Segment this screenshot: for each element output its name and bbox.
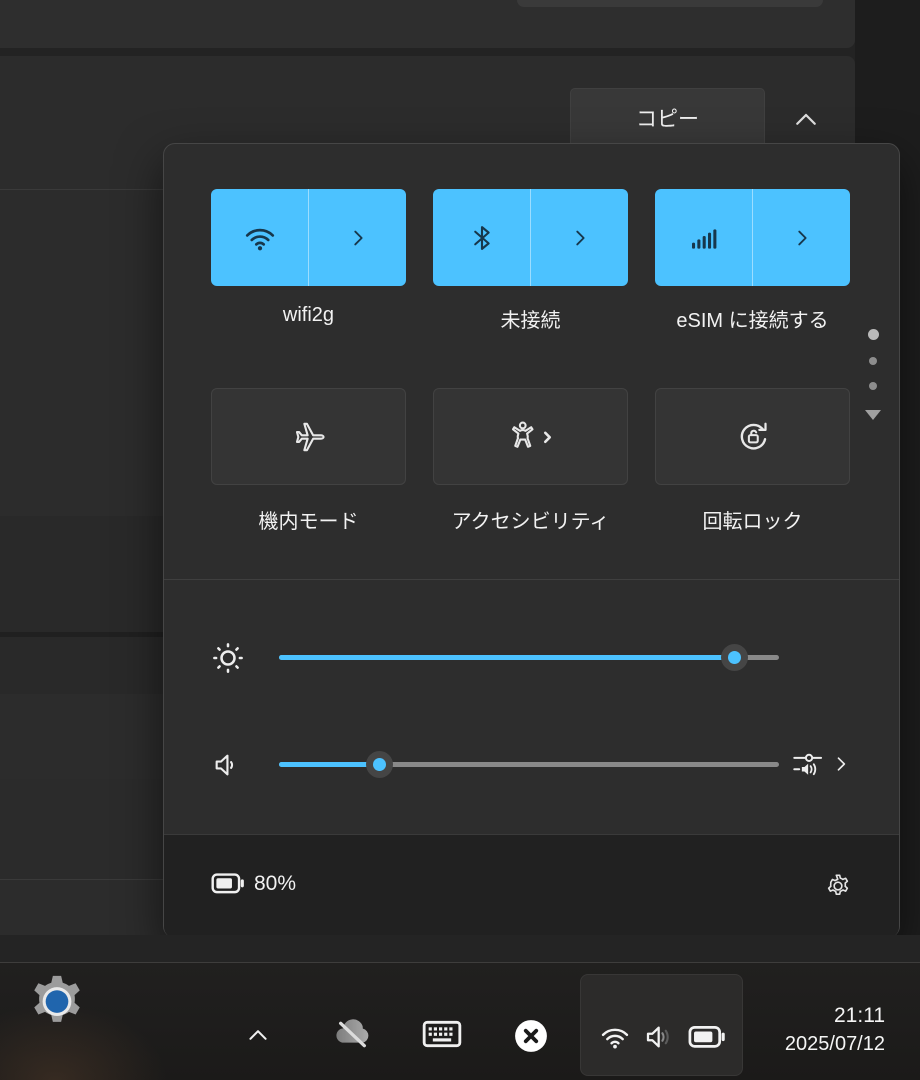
accessibility-label: アクセシビリティ — [433, 505, 628, 534]
onedrive-button[interactable] — [330, 1013, 374, 1053]
settings-gear-app-icon — [25, 970, 89, 1034]
rotation-lock-toggle[interactable] — [655, 388, 850, 485]
background-partial-button[interactable] — [517, 0, 823, 7]
accessibility-person-icon — [505, 419, 557, 455]
brightness-thumb[interactable] — [721, 644, 748, 671]
wifi-icon[interactable] — [211, 189, 308, 286]
background-card-top — [0, 0, 855, 48]
accessibility-toggle[interactable] — [433, 388, 628, 485]
quick-settings-footer: 80% — [164, 834, 899, 938]
touch-keyboard-button[interactable] — [421, 1016, 463, 1052]
battery-status[interactable]: 80% — [211, 871, 296, 896]
speaker-icon — [642, 1021, 678, 1053]
gear-icon[interactable] — [823, 871, 853, 901]
cellular-expand-chevron-icon[interactable] — [752, 189, 850, 286]
volume-slider[interactable] — [279, 762, 779, 767]
panel-divider — [164, 579, 899, 580]
cellular-toggle-label: eSIM に接続する — [655, 304, 850, 333]
audio-output-mixer-icon — [791, 747, 825, 781]
triangle-down-icon[interactable] — [865, 410, 881, 420]
audio-output-selector[interactable] — [791, 747, 851, 781]
wifi-expand-chevron-icon[interactable] — [308, 189, 406, 286]
pager-dot-current[interactable] — [868, 329, 879, 340]
wifi-toggle-label: wifi2g — [211, 304, 406, 327]
cellular-bars-icon[interactable] — [655, 189, 752, 286]
airplane-mode-toggle[interactable] — [211, 388, 406, 485]
chevron-up-icon[interactable] — [790, 104, 822, 136]
speaker-icon[interactable] — [209, 746, 247, 784]
copy-button[interactable]: コピー — [570, 88, 765, 148]
pager-dot[interactable] — [869, 382, 877, 390]
clock-date: 2025/07/12 — [785, 1030, 885, 1059]
brightness-slider-row — [164, 638, 899, 678]
settings-app-button[interactable] — [24, 969, 90, 1035]
battery-icon — [688, 1022, 726, 1052]
airplane-icon — [291, 419, 327, 455]
x-circle-icon — [513, 1018, 549, 1054]
hidden-icons-button[interactable] — [243, 1022, 273, 1048]
pager-dot[interactable] — [869, 357, 877, 365]
chevron-up-icon — [245, 1022, 271, 1048]
cloud-slash-icon — [331, 1013, 373, 1053]
volume-expand-chevron-icon — [831, 754, 851, 774]
brightness-fill — [279, 655, 734, 660]
brightness-slider[interactable] — [279, 655, 779, 660]
toggle-pager — [864, 329, 882, 420]
volume-thumb[interactable] — [366, 751, 393, 778]
taskbar-clock[interactable]: 21:11 2025/07/12 — [785, 1001, 885, 1059]
clock-time: 21:11 — [785, 1001, 885, 1030]
system-tray-button[interactable] — [580, 974, 743, 1076]
keyboard-icon — [422, 1017, 462, 1051]
taskbar: 21:11 2025/07/12 — [0, 962, 920, 1080]
rotation-lock-label: 回転ロック — [655, 505, 850, 534]
volume-fill — [279, 762, 379, 767]
bluetooth-toggle[interactable] — [433, 189, 628, 286]
background-below-panel — [0, 935, 920, 962]
rotation-lock-icon — [734, 418, 772, 456]
bluetooth-icon[interactable] — [433, 189, 530, 286]
battery-icon — [211, 871, 245, 896]
battery-percent-label: 80% — [254, 872, 296, 896]
bluetooth-expand-chevron-icon[interactable] — [530, 189, 628, 286]
brightness-sun-icon — [209, 639, 247, 677]
status-close-button[interactable] — [512, 1017, 550, 1055]
cellular-toggle[interactable] — [655, 189, 850, 286]
volume-slider-row — [164, 745, 899, 785]
wifi-toggle[interactable] — [211, 189, 406, 286]
quick-settings-panel: wifi2g 未接続 eSIM に接続する — [163, 143, 900, 938]
bluetooth-toggle-label: 未接続 — [433, 304, 628, 333]
airplane-mode-label: 機内モード — [211, 505, 406, 534]
desktop-screen: コピー — [0, 0, 920, 1080]
wifi-icon — [598, 1021, 632, 1053]
